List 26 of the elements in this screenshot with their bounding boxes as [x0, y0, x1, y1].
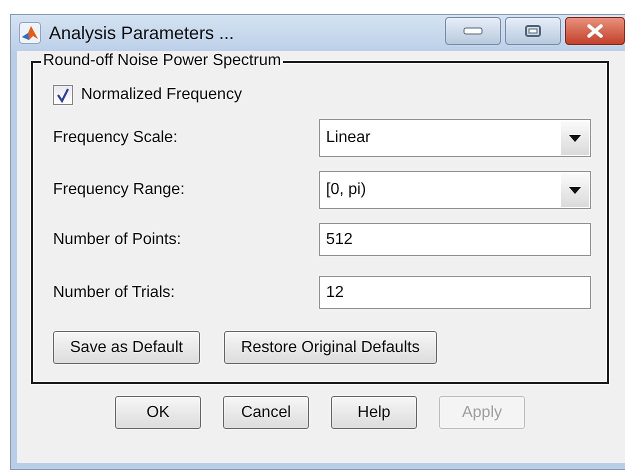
button[interactable]: Cancel: [223, 396, 309, 429]
close-icon: [586, 24, 604, 38]
field-label: Number of Points:: [53, 230, 182, 248]
field-label: Number of Trials:: [53, 284, 175, 302]
app-icon: [19, 22, 41, 44]
button[interactable]: OK: [115, 396, 201, 429]
dropdown[interactable]: Linear: [319, 119, 591, 157]
checkbox-label: Normalized Frequency: [81, 86, 242, 104]
minimize-button[interactable]: [445, 17, 501, 45]
caret-icon: [569, 134, 581, 142]
field-label: Frequency Scale:: [53, 129, 178, 147]
field-label: Frequency Range:: [53, 181, 185, 199]
group-title: Round-off Noise Power Spectrum: [41, 52, 284, 70]
close-button[interactable]: [565, 17, 625, 45]
button[interactable]: Help: [331, 396, 417, 429]
window-title: Analysis Parameters ...: [49, 22, 236, 44]
maximize-button[interactable]: [505, 17, 561, 45]
maximize-icon: [525, 25, 541, 37]
button[interactable]: Save as Default: [53, 331, 200, 364]
minimize-icon: [463, 27, 483, 35]
caret-icon: [569, 186, 581, 194]
input-field[interactable]: 12: [319, 276, 591, 309]
dropdown[interactable]: [0, pi): [319, 171, 591, 209]
button[interactable]: Restore Original Defaults: [224, 331, 437, 364]
input-field[interactable]: 512: [319, 223, 591, 256]
checkbox[interactable]: [53, 85, 73, 105]
